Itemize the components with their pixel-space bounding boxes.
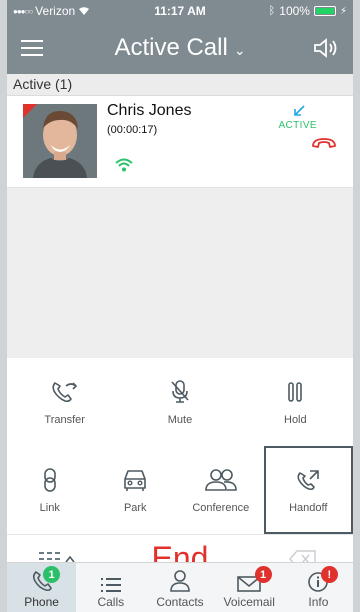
transfer-icon	[50, 378, 80, 406]
pause-icon	[287, 378, 303, 406]
tab-contacts[interactable]: Contacts	[145, 563, 214, 612]
caller-name: Chris Jones	[107, 102, 192, 119]
link-button[interactable]: Link	[7, 446, 93, 534]
mute-label: Mute	[167, 414, 193, 426]
mute-button[interactable]: Mute	[122, 358, 237, 446]
handoff-label: Handoff	[289, 502, 328, 514]
call-flag-marker	[23, 104, 37, 118]
battery-percent: 100%	[279, 4, 310, 18]
hangup-icon[interactable]	[311, 136, 337, 154]
phone-badge: 1	[43, 566, 60, 583]
active-call-card[interactable]: Chris Jones (00:00:17) ACTIVE	[7, 96, 353, 188]
handoff-phone-icon	[295, 466, 321, 494]
phone-screen: ●●●○○ Verizon 11:17 AM ᛒ 100% ⚡ Active C…	[7, 0, 353, 612]
conference-button[interactable]: Conference	[178, 446, 264, 534]
speaker-icon[interactable]	[309, 33, 339, 63]
status-bar: ●●●○○ Verizon 11:17 AM ᛒ 100% ⚡	[7, 0, 353, 22]
control-row-1: Transfer Mute Hold	[7, 358, 353, 446]
tab-bar: Phone 1 Calls Contacts Voicemail 1 Info …	[7, 562, 353, 612]
call-duration: (00:00:17)	[107, 124, 158, 136]
tab-info[interactable]: Info !	[284, 563, 353, 612]
tab-calls[interactable]: Calls	[76, 563, 145, 612]
mute-mic-icon	[169, 378, 191, 406]
tab-phone-label: Phone	[24, 595, 59, 609]
signal-dots-icon: ●●●○○	[13, 6, 33, 16]
info-badge: !	[320, 566, 338, 583]
park-label: Park	[123, 502, 147, 514]
nav-bar: Active Call ⌄	[7, 22, 353, 74]
hamburger-menu-icon[interactable]	[21, 33, 51, 63]
control-row-2: Link Park Conference Handoff	[7, 446, 353, 534]
tab-info-label: Info	[308, 595, 329, 609]
tab-contacts-label: Contacts	[156, 595, 204, 609]
hold-button[interactable]: Hold	[238, 358, 353, 446]
transfer-button[interactable]: Transfer	[7, 358, 122, 446]
charging-icon: ⚡	[339, 5, 347, 17]
hold-label: Hold	[284, 414, 307, 426]
handoff-button[interactable]: Handoff	[263, 446, 353, 534]
list-icon	[100, 567, 121, 593]
carrier-label: Verizon	[35, 4, 76, 18]
voicemail-badge: 1	[254, 566, 272, 583]
battery-icon	[313, 6, 336, 16]
link-label: Link	[39, 502, 60, 514]
call-status-label: ACTIVE	[278, 120, 317, 131]
wifi-status-icon	[79, 7, 90, 15]
tab-voicemail-label: Voicemail	[223, 595, 275, 609]
tab-voicemail[interactable]: Voicemail 1	[215, 563, 284, 612]
status-time: 11:17 AM	[154, 4, 206, 18]
car-icon	[121, 466, 149, 494]
battery-group: ᛒ 100% ⚡	[227, 4, 347, 18]
park-button[interactable]: Park	[93, 446, 179, 534]
active-section-header: Active (1)	[7, 74, 353, 96]
chevron-down-icon: ⌄	[233, 41, 246, 58]
tab-calls-label: Calls	[97, 595, 125, 609]
carrier-group: ●●●○○ Verizon	[13, 4, 133, 18]
contacts-icon	[169, 567, 191, 593]
call-controls: Transfer Mute Hold Link Park Conference …	[7, 358, 353, 582]
bluetooth-icon: ᛒ	[268, 5, 276, 17]
tab-phone[interactable]: Phone 1	[7, 563, 77, 612]
page-title: Active Call	[114, 34, 228, 61]
transfer-label: Transfer	[44, 414, 85, 426]
link-icon	[42, 466, 58, 494]
incoming-arrow-icon	[293, 104, 305, 120]
conference-label: Conference	[192, 502, 250, 514]
call-selector-dropdown[interactable]: Active Call ⌄	[51, 34, 309, 62]
call-list-empty-area	[7, 188, 353, 358]
wifi-icon	[115, 158, 133, 177]
conference-icon	[204, 466, 238, 494]
